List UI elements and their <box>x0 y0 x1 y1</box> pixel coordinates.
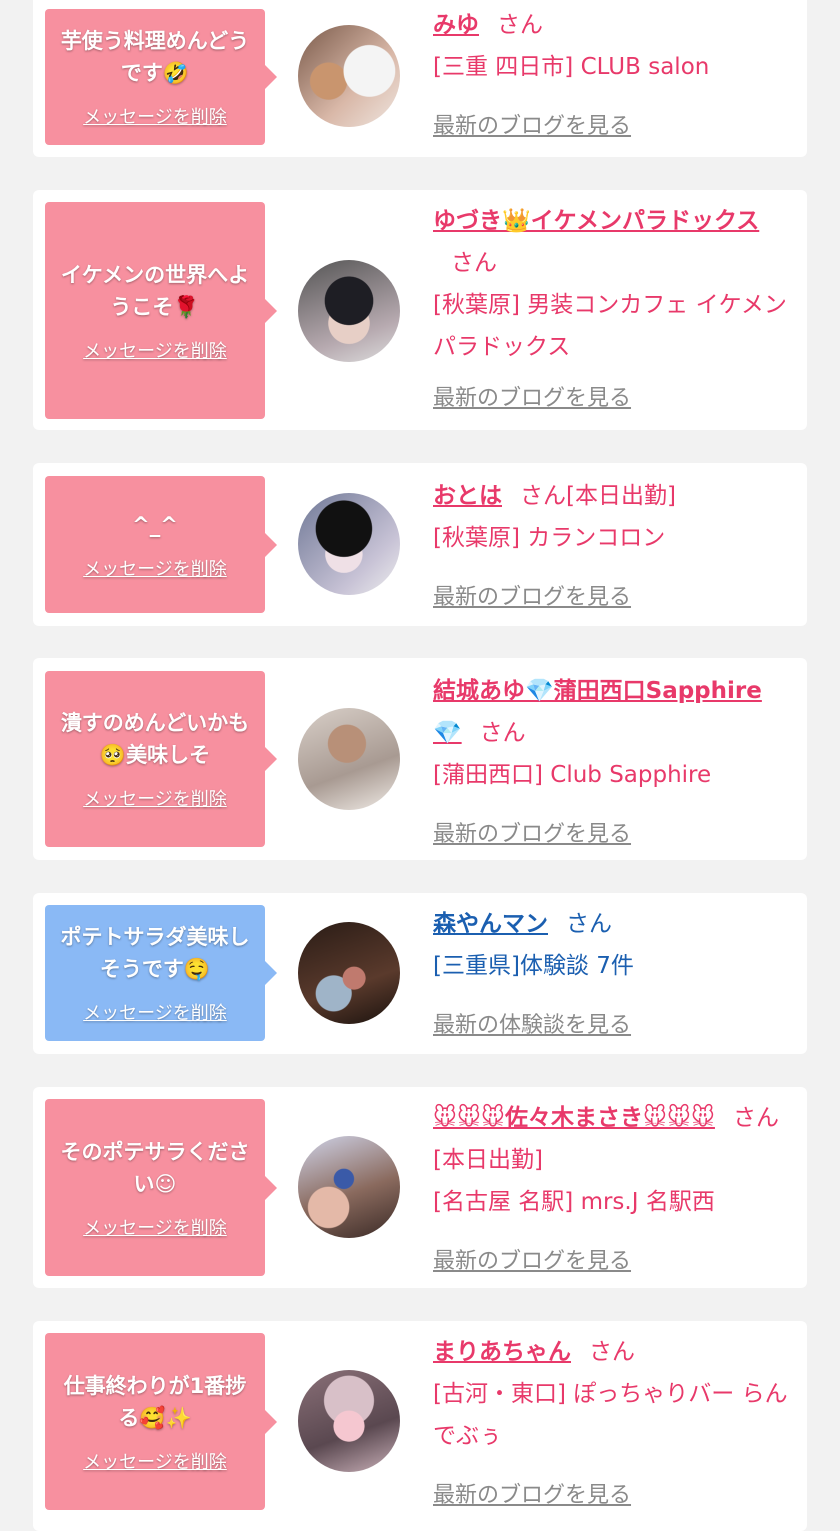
message-text: ^_^ <box>132 512 178 537</box>
shop-text: [三重 四日市] CLUB salon <box>433 54 710 80</box>
profile-name-link[interactable]: みゆ <box>433 12 479 38</box>
profile-name-link[interactable]: おとは <box>433 483 502 509</box>
profile-name-link[interactable]: まりあちゃん <box>433 1339 571 1365</box>
delete-message-link[interactable]: メッセージを削除 <box>83 555 227 581</box>
profile-info: 🐭🐭🐭佐々木まさき🐭🐭🐭 さん[本日出勤] [名古屋 名駅] mrs.J 名駅西 … <box>433 1097 789 1274</box>
message-card: イケメンの世界へようこそ🌹 メッセージを削除 ゆづき👑イケメンパラドックスさん … <box>33 190 807 430</box>
message-card: ^_^ メッセージを削除 おとは さん[本日出勤] [秋葉原] カランコロン 最新… <box>33 463 807 626</box>
message-bubble: イケメンの世界へようこそ🌹 メッセージを削除 <box>45 202 277 419</box>
latest-blog-link[interactable]: 最新のブログを見る <box>433 108 631 140</box>
avatar[interactable] <box>298 493 400 595</box>
shop-text: [秋葉原] カランコロン <box>433 525 666 551</box>
message-text: 潰すのめんどいかも🥺美味しそ <box>60 711 250 767</box>
name-suffix: さん <box>566 911 612 937</box>
shop-text: [名古屋 名駅] mrs.J 名駅西 <box>433 1189 715 1215</box>
message-text: そのポテサラください☺ <box>60 1139 250 1196</box>
delete-message-link[interactable]: メッセージを削除 <box>83 999 227 1025</box>
name-suffix: さん[本日出勤] <box>520 483 676 509</box>
profile-info: みゆ さん [三重 四日市] CLUB salon 最新のブログを見る <box>433 4 789 139</box>
message-text: イケメンの世界へようこそ🌹 <box>60 262 250 319</box>
message-card: 潰すのめんどいかも🥺美味しそ メッセージを削除 結城あゆ💎蒲田西口Sapphir… <box>33 658 807 860</box>
shop-text: [秋葉原] 男装コンカフェ イケメンパラドックス <box>433 292 787 360</box>
latest-experience-link[interactable]: 最新の体験談を見る <box>433 1007 631 1039</box>
message-bubble: 芋使う料理めんどうです🤣 メッセージを削除 <box>45 9 277 145</box>
delete-message-link[interactable]: メッセージを削除 <box>83 337 227 363</box>
profile-info: 結城あゆ💎蒲田西口Sapphire💎 さん [蒲田西口] Club Sapphir… <box>433 670 789 847</box>
message-card: 仕事終わりが1番捗る🥰✨ メッセージを削除 まりあちゃん さん [古河・東口] ぽ… <box>33 1321 807 1531</box>
profile-info: ゆづき👑イケメンパラドックスさん [秋葉原] 男装コンカフェ イケメンパラドック… <box>433 200 789 411</box>
avatar[interactable] <box>298 1370 400 1472</box>
delete-message-link[interactable]: メッセージを削除 <box>83 1214 227 1240</box>
name-suffix: さん <box>589 1339 635 1365</box>
message-card: 芋使う料理めんどうです🤣 メッセージを削除 みゆ さん [三重 四日市] CLUB… <box>33 0 807 157</box>
message-bubble: ^_^ メッセージを削除 <box>45 476 277 613</box>
latest-blog-link[interactable]: 最新のブログを見る <box>433 1243 631 1275</box>
shop-text: [三重県]体験談 7件 <box>433 953 634 979</box>
message-card: ポテトサラダ美味しそうです🤤 メッセージを削除 森やんマン さん [三重県]体験談… <box>33 893 807 1054</box>
profile-name-link[interactable]: ゆづき👑イケメンパラドックス <box>433 208 759 234</box>
profile-info: まりあちゃん さん [古河・東口] ぽっちゃりバー らんでぶぅ 最新のブログを見る <box>433 1331 789 1508</box>
avatar[interactable] <box>298 708 400 810</box>
latest-blog-link[interactable]: 最新のブログを見る <box>433 380 631 412</box>
message-bubble: 潰すのめんどいかも🥺美味しそ メッセージを削除 <box>45 671 277 847</box>
avatar[interactable] <box>298 25 400 127</box>
message-text: ポテトサラダ美味しそうです🤤 <box>60 925 250 981</box>
name-suffix: さん <box>479 720 526 746</box>
profile-info: おとは さん[本日出勤] [秋葉原] カランコロン 最新のブログを見る <box>433 475 789 610</box>
message-bubble: そのポテサラください☺ メッセージを削除 <box>45 1099 277 1276</box>
message-bubble: ポテトサラダ美味しそうです🤤 メッセージを削除 <box>45 905 277 1041</box>
message-card: そのポテサラください☺ メッセージを削除 🐭🐭🐭佐々木まさき🐭🐭🐭 さん[本日出勤… <box>33 1087 807 1288</box>
latest-blog-link[interactable]: 最新のブログを見る <box>433 579 631 611</box>
shop-text: [古河・東口] ぽっちゃりバー らんでぶぅ <box>433 1381 788 1449</box>
avatar[interactable] <box>298 260 400 362</box>
shop-text: [蒲田西口] Club Sapphire <box>433 762 712 788</box>
message-bubble: 仕事終わりが1番捗る🥰✨ メッセージを削除 <box>45 1333 277 1510</box>
latest-blog-link[interactable]: 最新のブログを見る <box>433 1477 631 1509</box>
name-suffix: さん <box>497 12 543 38</box>
delete-message-link[interactable]: メッセージを削除 <box>83 103 227 129</box>
latest-blog-link[interactable]: 最新のブログを見る <box>433 816 631 848</box>
message-text: 芋使う料理めんどうです🤣 <box>60 29 250 85</box>
delete-message-link[interactable]: メッセージを削除 <box>83 785 227 811</box>
delete-message-link[interactable]: メッセージを削除 <box>83 1448 227 1474</box>
avatar[interactable] <box>298 1136 400 1238</box>
avatar[interactable] <box>298 922 400 1024</box>
profile-name-link[interactable]: 🐭🐭🐭佐々木まさき🐭🐭🐭 <box>433 1105 715 1131</box>
profile-info: 森やんマン さん [三重県]体験談 7件 最新の体験談を見る <box>433 903 789 1038</box>
profile-name-link[interactable]: 森やんマン <box>433 911 548 937</box>
name-suffix: さん <box>451 250 497 276</box>
message-text: 仕事終わりが1番捗る🥰✨ <box>63 1373 247 1430</box>
